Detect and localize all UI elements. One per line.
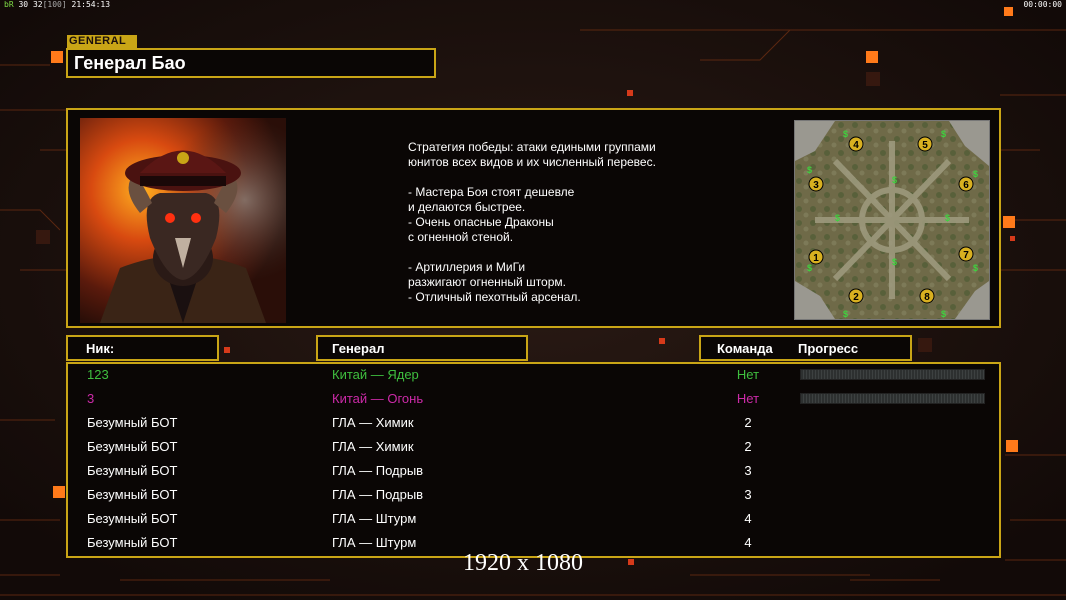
column-header-general: Генерал bbox=[316, 335, 528, 361]
svg-text:$: $ bbox=[941, 309, 946, 319]
player-team[interactable]: 4 bbox=[708, 508, 788, 530]
player-general[interactable]: Китай — Огонь bbox=[332, 388, 423, 410]
status-bracket: [100] bbox=[42, 0, 67, 9]
resolution-label: 1920 x 1080 bbox=[463, 550, 583, 576]
strategy-line: с огненной стеной. bbox=[408, 230, 514, 244]
svg-text:$: $ bbox=[807, 165, 812, 175]
svg-text:$: $ bbox=[892, 175, 897, 185]
player-list: 123 Китай — Ядер Нет 3 Китай — Огонь Нет… bbox=[66, 362, 1001, 558]
map-start-1: 1 bbox=[813, 253, 819, 264]
column-header-team: Команда bbox=[717, 341, 773, 356]
svg-text:$: $ bbox=[843, 129, 848, 139]
player-nick: 3 bbox=[87, 391, 95, 406]
general-info-panel: Стратегия победы: атаки едиными группами… bbox=[66, 108, 1001, 328]
strategy-line: разжигают огненный шторм. bbox=[408, 275, 566, 289]
svg-text:$: $ bbox=[892, 257, 897, 267]
player-team[interactable]: 3 bbox=[708, 460, 788, 482]
player-general[interactable]: ГЛА — Подрыв bbox=[332, 460, 423, 482]
svg-text:$: $ bbox=[945, 213, 950, 223]
svg-text:$: $ bbox=[941, 129, 946, 139]
demon-general-portrait-icon bbox=[80, 118, 286, 323]
strategy-line: юнитов всех видов и их численный перевес… bbox=[408, 155, 656, 169]
column-header-team-progress: Команда Прогресс bbox=[699, 335, 912, 361]
strategy-line: и делаются быстрее. bbox=[408, 200, 526, 214]
map-start-2: 2 bbox=[853, 292, 859, 303]
status-count: 32 bbox=[32, 0, 43, 9]
player-nick: Безумный БОТ bbox=[87, 535, 178, 550]
general-title: Генерал Бао bbox=[66, 48, 436, 78]
player-row[interactable]: Безумный БОТ ГЛА — Подрыв 3 bbox=[68, 484, 999, 508]
player-nick: Безумный БОТ bbox=[87, 415, 178, 430]
player-team[interactable]: 3 bbox=[708, 484, 788, 506]
map-start-5: 5 bbox=[922, 140, 928, 151]
map-start-7: 7 bbox=[963, 250, 969, 261]
map-start-8: 8 bbox=[924, 292, 930, 303]
player-team[interactable]: 2 bbox=[708, 436, 788, 458]
player-general[interactable]: Китай — Ядер bbox=[332, 364, 419, 386]
column-header-progress: Прогресс bbox=[798, 341, 859, 356]
strategy-line bbox=[408, 170, 708, 185]
player-row[interactable]: 123 Китай — Ядер Нет bbox=[68, 364, 999, 388]
player-progress-bar bbox=[800, 369, 985, 380]
strategy-line: Стратегия победы: атаки едиными группами bbox=[408, 140, 656, 154]
strategy-line: - Очень опасные Драконы bbox=[408, 215, 554, 229]
player-row[interactable]: Безумный БОТ ГЛА — Химик 2 bbox=[68, 412, 999, 436]
map-start-3: 3 bbox=[813, 180, 819, 191]
strategy-line: - Мастера Боя стоят дешевле bbox=[408, 185, 575, 199]
player-nick: Безумный БОТ bbox=[87, 487, 178, 502]
strategy-line bbox=[408, 245, 708, 260]
strategy-text: Стратегия победы: атаки едиными группами… bbox=[408, 140, 708, 305]
player-general[interactable]: ГЛА — Штурм bbox=[332, 532, 416, 554]
strategy-line: - Артиллерия и МиГи bbox=[408, 260, 526, 274]
svg-text:$: $ bbox=[807, 263, 812, 273]
map-start-4: 4 bbox=[853, 140, 859, 151]
player-team[interactable]: Нет bbox=[708, 388, 788, 410]
player-nick: Безумный БОТ bbox=[87, 463, 178, 478]
player-row[interactable]: Безумный БОТ ГЛА — Штурм 4 bbox=[68, 508, 999, 532]
player-progress-bar bbox=[800, 393, 985, 404]
player-general[interactable]: ГЛА — Химик bbox=[332, 436, 414, 458]
status-prefix: bR bbox=[4, 0, 14, 9]
column-header-nick: Ник: bbox=[66, 335, 219, 361]
general-tag: GENERAL bbox=[67, 35, 137, 48]
svg-text:$: $ bbox=[973, 263, 978, 273]
player-row[interactable]: Безумный БОТ ГЛА — Химик 2 bbox=[68, 436, 999, 460]
player-team[interactable]: 2 bbox=[708, 412, 788, 434]
player-row[interactable]: 3 Китай — Огонь Нет bbox=[68, 388, 999, 412]
map-preview[interactable]: $ $ $ $ $ $ $ $ $ $ $ $ 1 2 3 4 5 6 7 8 bbox=[794, 120, 990, 320]
player-row[interactable]: Безумный БОТ ГЛА — Подрыв 3 bbox=[68, 460, 999, 484]
player-general[interactable]: ГЛА — Штурм bbox=[332, 508, 416, 530]
player-nick: Безумный БОТ bbox=[87, 439, 178, 454]
status-bar-left: bR 30 32[100] 21:54:13 bbox=[4, 0, 110, 9]
player-nick: 123 bbox=[87, 367, 109, 382]
player-general[interactable]: ГЛА — Химик bbox=[332, 412, 414, 434]
status-timer: 00:00:00 bbox=[1023, 0, 1062, 9]
player-team[interactable]: 4 bbox=[708, 532, 788, 554]
svg-text:$: $ bbox=[843, 309, 848, 319]
player-nick: Безумный БОТ bbox=[87, 511, 178, 526]
svg-text:$: $ bbox=[835, 213, 840, 223]
player-general[interactable]: ГЛА — Подрыв bbox=[332, 484, 423, 506]
svg-text:$: $ bbox=[973, 169, 978, 179]
player-team[interactable]: Нет bbox=[708, 364, 788, 386]
strategy-line: - Отличный пехотный арсенал. bbox=[408, 290, 581, 304]
status-clock: 21:54:13 bbox=[71, 0, 111, 9]
status-fps: 30 bbox=[18, 0, 29, 9]
map-start-6: 6 bbox=[963, 180, 969, 191]
